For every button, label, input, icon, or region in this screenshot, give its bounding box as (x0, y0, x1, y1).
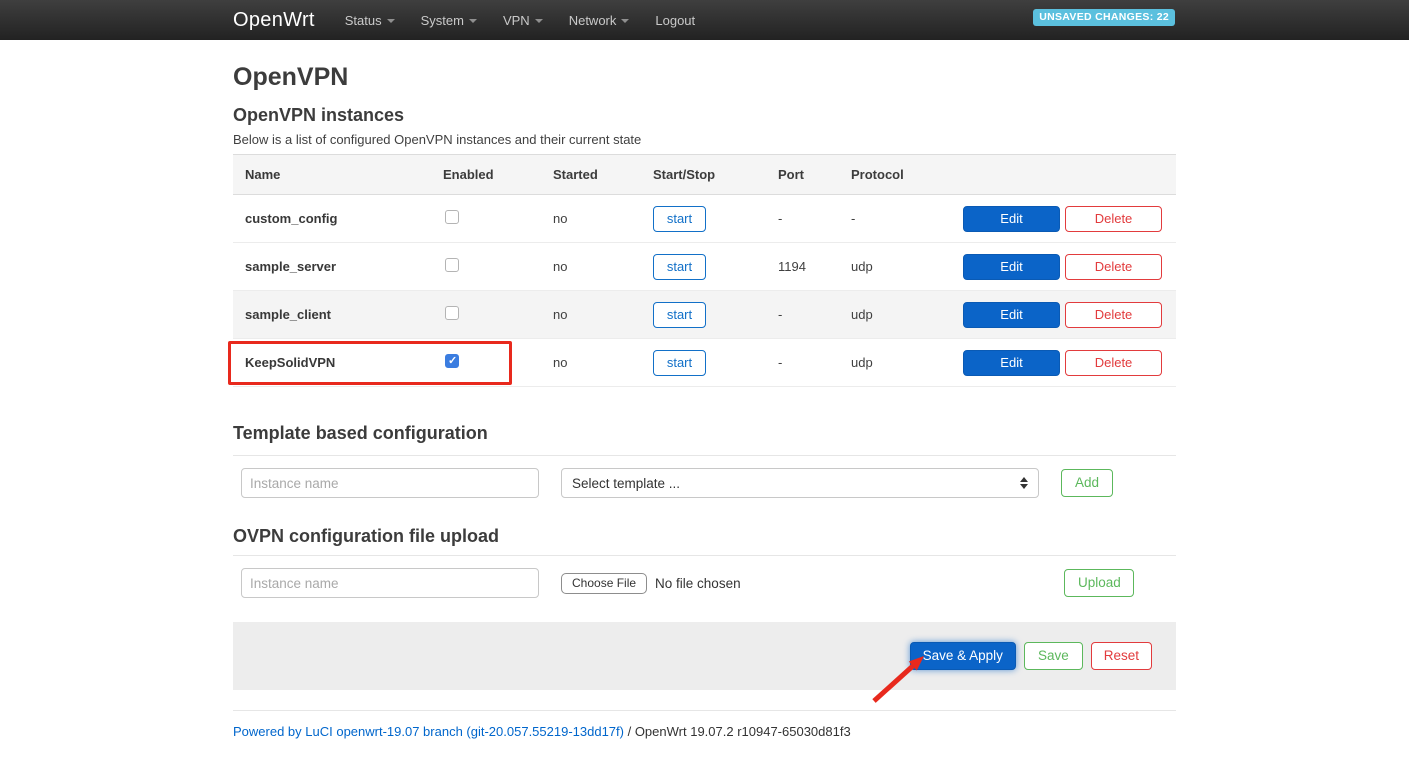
no-file-chosen-text: No file chosen (655, 576, 741, 591)
chevron-down-icon (621, 19, 629, 23)
chevron-down-icon (387, 19, 395, 23)
file-input: Choose File No file chosen (561, 573, 741, 594)
chevron-down-icon (469, 19, 477, 23)
enabled-checkbox[interactable] (445, 354, 459, 368)
nav-item-label: System (421, 13, 464, 28)
chevron-down-icon (535, 19, 543, 23)
port-value: - (778, 211, 851, 226)
started-value: no (553, 355, 653, 370)
start-button[interactable]: start (653, 206, 706, 232)
enabled-checkbox[interactable] (445, 210, 459, 224)
delete-button[interactable]: Delete (1065, 254, 1162, 280)
edit-button[interactable]: Edit (963, 206, 1060, 232)
delete-button[interactable]: Delete (1065, 206, 1162, 232)
started-value: no (553, 211, 653, 226)
instances-heading: OpenVPN instances (233, 105, 1176, 126)
col-header-protocol: Protocol (851, 167, 963, 182)
instance-name: KeepSolidVPN (233, 355, 443, 370)
table-row-custom-config: custom_config no start - - Edit Delete (233, 195, 1176, 243)
template-config-row: Select template ... Add (233, 468, 1176, 498)
enabled-checkbox[interactable] (445, 306, 459, 320)
save-button[interactable]: Save (1024, 642, 1083, 670)
protocol-value: udp (851, 307, 963, 322)
divider (233, 455, 1176, 456)
port-value: - (778, 307, 851, 322)
table-row-sample-server: sample_server no start 1194 udp Edit Del… (233, 243, 1176, 291)
template-config-heading: Template based configuration (233, 423, 1176, 444)
nav-item-system[interactable]: System (421, 13, 477, 28)
nav-item-logout[interactable]: Logout (655, 13, 695, 28)
start-button[interactable]: start (653, 302, 706, 328)
action-bar: Save & Apply Save Reset (233, 622, 1176, 690)
luci-footer-link[interactable]: Powered by LuCI openwrt-19.07 branch (gi… (233, 724, 624, 739)
started-value: no (553, 307, 653, 322)
port-value: 1194 (778, 259, 851, 274)
nav-item-network[interactable]: Network (569, 13, 630, 28)
main-content: OpenVPN OpenVPN instances Below is a lis… (233, 63, 1176, 739)
nav-item-label: VPN (503, 13, 530, 28)
col-header-name: Name (233, 167, 443, 182)
reset-button[interactable]: Reset (1091, 642, 1152, 670)
upload-heading: OVPN configuration file upload (233, 526, 1176, 547)
delete-button[interactable]: Delete (1065, 302, 1162, 328)
nav-item-label: Status (345, 13, 382, 28)
port-value: - (778, 355, 851, 370)
instances-table: Name Enabled Started Start/Stop Port Pro… (233, 154, 1176, 387)
footer-divider (233, 710, 1176, 711)
nav-item-vpn[interactable]: VPN (503, 13, 543, 28)
upload-instance-name-input[interactable] (241, 568, 539, 598)
upload-row: Choose File No file chosen Upload (233, 568, 1176, 598)
instances-description: Below is a list of configured OpenVPN in… (233, 132, 1176, 147)
col-header-started: Started (553, 167, 653, 182)
footer-text: Powered by LuCI openwrt-19.07 branch (gi… (233, 724, 1176, 739)
col-header-port: Port (778, 167, 851, 182)
start-button[interactable]: start (653, 350, 706, 376)
col-header-startstop: Start/Stop (653, 167, 778, 182)
template-instance-name-input[interactable] (241, 468, 539, 498)
edit-button[interactable]: Edit (963, 302, 1060, 328)
choose-file-button[interactable]: Choose File (561, 573, 647, 594)
add-button[interactable]: Add (1061, 469, 1113, 497)
nav-item-label: Network (569, 13, 617, 28)
save-apply-button[interactable]: Save & Apply (910, 642, 1016, 670)
start-button[interactable]: start (653, 254, 706, 280)
upload-button[interactable]: Upload (1064, 569, 1134, 597)
edit-button[interactable]: Edit (963, 254, 1060, 280)
delete-button[interactable]: Delete (1065, 350, 1162, 376)
instance-name: custom_config (233, 211, 443, 226)
nav-item-label: Logout (655, 13, 695, 28)
started-value: no (553, 259, 653, 274)
top-navbar: OpenWrt Status System VPN Network Logout… (0, 0, 1409, 40)
protocol-value: udp (851, 259, 963, 274)
unsaved-changes-badge[interactable]: UNSAVED CHANGES: 22 (1033, 9, 1175, 26)
divider (233, 555, 1176, 556)
table-row-keepsolidvpn: KeepSolidVPN no start - udp Edit Delete (233, 339, 1176, 387)
enabled-checkbox[interactable] (445, 258, 459, 272)
openwrt-logo: OpenWrt (233, 9, 315, 32)
instance-name: sample_server (233, 259, 443, 274)
template-select-value: Select template ... (572, 476, 680, 491)
protocol-value: udp (851, 355, 963, 370)
select-spinner-icon (1020, 477, 1028, 489)
template-select[interactable]: Select template ... (561, 468, 1039, 498)
nav-item-status[interactable]: Status (345, 13, 395, 28)
edit-button[interactable]: Edit (963, 350, 1060, 376)
instance-name: sample_client (233, 307, 443, 322)
protocol-value: - (851, 211, 963, 226)
table-row-sample-client: sample_client no start - udp Edit Delete (233, 291, 1176, 339)
table-header-row: Name Enabled Started Start/Stop Port Pro… (233, 155, 1176, 195)
footer-version-text: / OpenWrt 19.07.2 r10947-65030d81f3 (624, 724, 851, 739)
page-title: OpenVPN (233, 63, 1176, 92)
col-header-enabled: Enabled (443, 167, 553, 182)
